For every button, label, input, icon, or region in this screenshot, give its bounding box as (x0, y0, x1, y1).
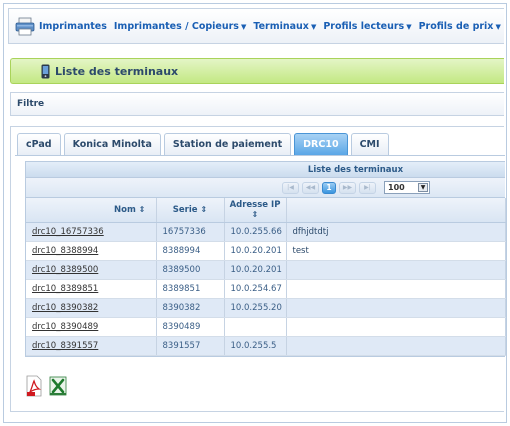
tab-station-de-paiement[interactable]: Station de paiement (163, 133, 292, 155)
serie-cell: 8391557 (156, 336, 225, 356)
ip-cell: 10.0.255.66 (224, 222, 287, 242)
last-page-button[interactable]: ▶| (359, 181, 376, 194)
chevron-down-icon: ▼ (495, 22, 501, 31)
nav-profils-de-prix[interactable]: Profils de prix ▼ (419, 21, 501, 32)
page-title: Liste des terminaux (55, 64, 179, 78)
serie-cell: 8390382 (156, 298, 225, 318)
pdf-export-icon[interactable] (25, 375, 43, 397)
description-cell (286, 298, 506, 318)
terminal-name-link[interactable]: drc10_8388994 (26, 241, 157, 261)
ip-cell: 10.0.254.67 (224, 279, 287, 299)
nav-terminaux[interactable]: Terminaux ▼ (253, 21, 316, 32)
next-page-button[interactable]: ▶▶ (339, 181, 356, 194)
column-header-ip[interactable]: Adresse IP ⇕ (224, 198, 287, 223)
filter-label: Filtre (17, 99, 45, 109)
table-row[interactable]: drc10_8388994 8388994 10.0.20.201 test (26, 241, 506, 261)
terminal-name-link[interactable]: drc10_8391557 (26, 336, 157, 356)
sort-icon: ⇕ (200, 204, 208, 214)
table-row[interactable]: drc10_8391557 8391557 10.0.255.5 (26, 336, 506, 356)
nav-profils-lecteurs[interactable]: Profils lecteurs ▼ (323, 21, 411, 32)
tab-divider (15, 155, 505, 156)
first-page-button[interactable]: |◀ (282, 181, 299, 194)
description-cell (286, 260, 506, 280)
excel-export-icon[interactable] (49, 375, 67, 397)
prev-page-button[interactable]: ◀◀ (302, 181, 319, 194)
sort-icon: ⇕ (138, 204, 146, 214)
printer-icon (15, 16, 35, 36)
description-cell (286, 317, 506, 337)
serie-cell: 16757336 (156, 222, 225, 242)
table-row[interactable]: drc10_8390489 8390489 (26, 317, 506, 337)
top-nav: Imprimantes Imprimantes / Copieurs ▼ Term… (8, 8, 504, 44)
serie-cell: 8388994 (156, 241, 225, 261)
terminal-name-link[interactable]: drc10_8390382 (26, 298, 157, 318)
chevron-down-icon: ▼ (240, 22, 247, 31)
terminals-table: Nom ⇕ Serie ⇕ Adresse IP ⇕ drc10_16757336… (26, 198, 506, 356)
tabs-panel: cPad Konica Minolta Station de paiement … (10, 126, 506, 412)
chevron-down-icon: ▼ (310, 22, 317, 31)
tab-drc10[interactable]: DRC10 (294, 133, 348, 155)
sort-icon: ⇕ (251, 209, 259, 219)
table-row[interactable]: drc10_8390382 8390382 10.0.255.20 (26, 298, 506, 318)
chevron-down-icon: ▼ (406, 22, 412, 31)
description-cell: dfhjdtdtj (286, 222, 506, 242)
ip-cell: 10.0.255.20 (224, 298, 287, 318)
description-cell: test (286, 241, 506, 261)
section-header: Liste des terminaux (10, 58, 504, 84)
terminal-name-link[interactable]: drc10_16757336 (26, 222, 157, 242)
tab-bar: cPad Konica Minolta Station de paiement … (17, 133, 392, 155)
pager: |◀ ◀◀ 1 ▶▶ ▶| 100 ▼ (26, 178, 505, 198)
table-row[interactable]: drc10_16757336 16757336 10.0.255.66 dfhj… (26, 222, 506, 242)
table-row[interactable]: drc10_8389500 8389500 10.0.20.201 (26, 260, 506, 280)
ip-cell: 10.0.255.5 (224, 336, 287, 356)
serie-cell: 8389851 (156, 279, 225, 299)
terminal-name-link[interactable]: drc10_8390489 (26, 317, 157, 337)
tab-cpad[interactable]: cPad (17, 133, 61, 155)
ip-cell: 10.0.20.201 (224, 241, 287, 261)
column-header-serie[interactable]: Serie ⇕ (156, 198, 225, 223)
column-header-nom[interactable]: Nom ⇕ (26, 198, 157, 223)
serie-cell: 8390489 (156, 317, 225, 337)
terminal-name-link[interactable]: drc10_8389851 (26, 279, 157, 299)
serie-cell: 8389500 (156, 260, 225, 280)
nav-imprimantes-copieurs[interactable]: Imprimantes / Copieurs ▼ (114, 21, 246, 32)
column-header-description (286, 198, 506, 223)
tab-konica-minolta[interactable]: Konica Minolta (63, 133, 161, 155)
tab-cmi[interactable]: CMI (350, 133, 389, 155)
description-cell (286, 336, 506, 356)
page-size-select[interactable]: 100 ▼ (384, 181, 430, 194)
ip-cell (224, 317, 287, 337)
nav-imprimantes[interactable]: Imprimantes (39, 21, 107, 32)
terminal-name-link[interactable]: drc10_8389500 (26, 260, 157, 280)
grid-caption: Liste des terminaux (26, 162, 505, 178)
export-toolbar (25, 375, 73, 397)
current-page-indicator[interactable]: 1 (322, 181, 336, 194)
table-row[interactable]: drc10_8389851 8389851 10.0.254.67 (26, 279, 506, 299)
description-cell (286, 279, 506, 299)
filter-toggle[interactable]: Filtre (10, 92, 504, 116)
ip-cell: 10.0.20.201 (224, 260, 287, 280)
chevron-down-icon: ▼ (418, 183, 428, 192)
terminals-grid: Liste des terminaux |◀ ◀◀ 1 ▶▶ ▶| 100 ▼ … (25, 161, 506, 357)
terminal-icon (41, 64, 50, 79)
